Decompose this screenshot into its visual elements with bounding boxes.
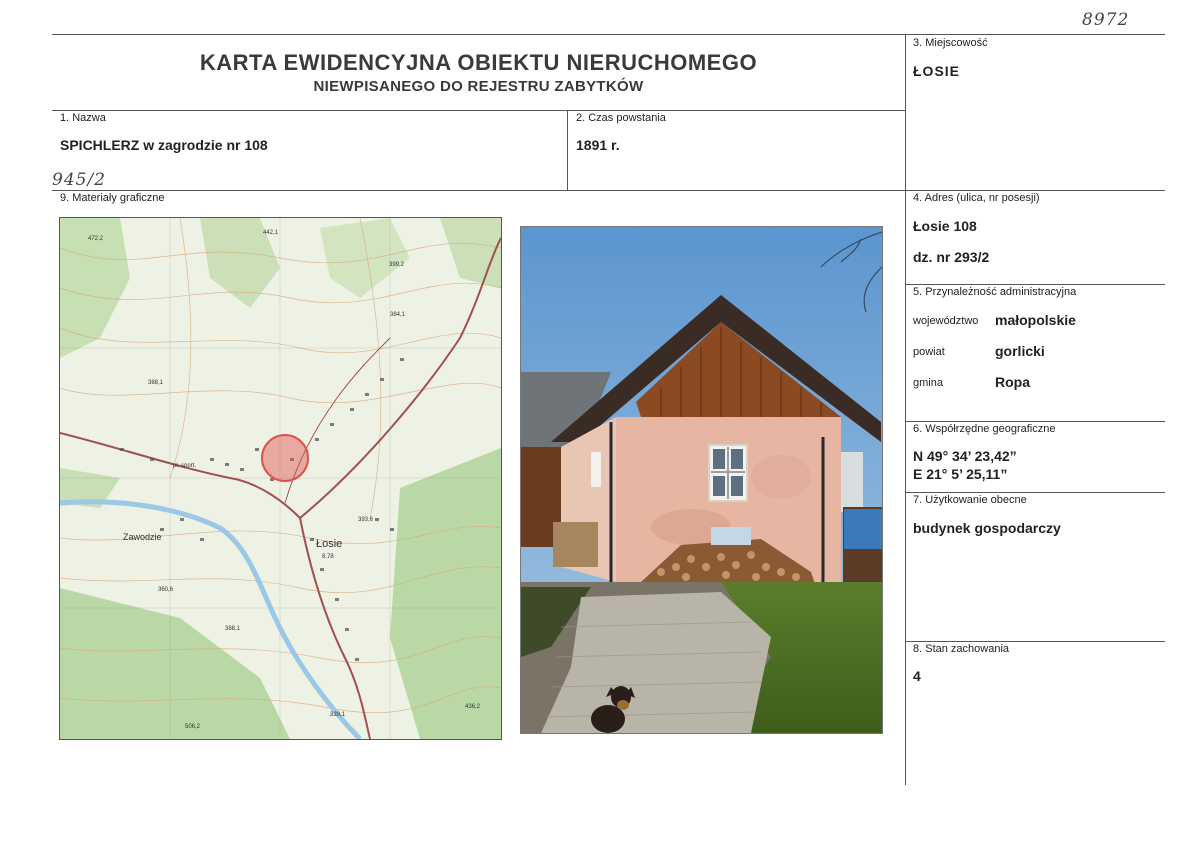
svg-text:pl. sport.: pl. sport. xyxy=(173,463,196,469)
adres-bottom-line xyxy=(905,284,1165,285)
document-subtitle: NIEWPISANEGO DO REJESTRU ZABYTKÓW xyxy=(313,78,644,95)
svg-text:339,1: 339,1 xyxy=(330,712,346,718)
header-bottom-line xyxy=(52,110,905,111)
przynaleznosc-label: 5. Przynależność administracyjna xyxy=(913,286,1077,298)
wojewodztwo-value: małopolskie xyxy=(995,312,1076,328)
uzytkowanie-bottom-line xyxy=(905,641,1165,642)
nazwa-label: 1. Nazwa xyxy=(60,112,106,124)
map-town-label: Łosie xyxy=(316,538,342,550)
adres-value-2: dz. nr 293/2 xyxy=(913,249,990,265)
wspolrzedne-bottom-line xyxy=(905,492,1165,493)
svg-text:436,2: 436,2 xyxy=(465,704,481,710)
location-map: 472,2 442,1 399,2 384,1 pl. sport. 388,1… xyxy=(59,217,502,740)
wspolrzedne-label: 6. Współrzędne geograficzne xyxy=(913,423,1056,435)
gmina-label: gmina xyxy=(913,377,943,389)
gmina-value: Ropa xyxy=(995,374,1030,390)
miejscowosc-value: ŁOSIE xyxy=(913,63,961,79)
topographic-map-graphic: 472,2 442,1 399,2 384,1 pl. sport. 388,1… xyxy=(60,218,501,739)
map-town-sub: 8,78 xyxy=(322,554,334,560)
miejscowosc-label: 3. Miejscowość xyxy=(913,37,988,49)
svg-text:360,6: 360,6 xyxy=(158,587,174,593)
document-title: KARTA EWIDENCYJNA OBIEKTU NIERUCHOMEGO xyxy=(199,50,758,75)
stan-value: 4 xyxy=(913,668,921,684)
map-village-label: Zawodzie xyxy=(123,532,162,542)
uzytkowanie-label: 7. Użytkowanie obecne xyxy=(913,494,1027,506)
stan-label: 8. Stan zachowania xyxy=(913,643,1010,655)
svg-text:393,6: 393,6 xyxy=(358,517,374,523)
top-border xyxy=(52,34,1165,35)
materialy-label: 9. Materiały graficzne xyxy=(60,192,165,204)
svg-text:399,2: 399,2 xyxy=(389,262,405,268)
czas-value: 1891 r. xyxy=(576,137,620,153)
svg-text:384,1: 384,1 xyxy=(390,312,406,318)
adres-value-1: Łosie 108 xyxy=(913,218,977,234)
wspolrzedne-longitude: E 21° 5’ 25,11” xyxy=(913,466,1008,482)
svg-text:472,2: 472,2 xyxy=(88,236,104,242)
svg-text:506,2: 506,2 xyxy=(185,724,201,730)
name-row-bottom-line xyxy=(52,190,1165,191)
czas-label: 2. Czas powstania xyxy=(576,112,666,124)
handwritten-number-left: 945/2 xyxy=(52,170,106,190)
right-column-divider xyxy=(905,34,906,785)
przynaleznosc-bottom-line xyxy=(905,421,1165,422)
granary-photo-graphic xyxy=(521,227,882,733)
svg-text:388,1: 388,1 xyxy=(148,380,164,386)
handwritten-number-top: 8972 xyxy=(1082,10,1130,30)
uzytkowanie-value: budynek gospodarczy xyxy=(913,520,1061,536)
adres-label: 4. Adres (ulica, nr posesji) xyxy=(913,192,1040,204)
wspolrzedne-latitude: N 49° 34’ 23,42” xyxy=(913,448,1017,464)
wojewodztwo-label: województwo xyxy=(913,315,979,327)
powiat-label: powiat xyxy=(913,346,945,358)
name-time-divider xyxy=(567,110,568,190)
powiat-value: gorlicki xyxy=(995,343,1045,359)
svg-text:388,1: 388,1 xyxy=(225,626,241,632)
nazwa-value: SPICHLERZ w zagrodzie nr 108 xyxy=(60,137,268,153)
svg-text:442,1: 442,1 xyxy=(263,230,279,236)
building-photo xyxy=(520,226,883,734)
